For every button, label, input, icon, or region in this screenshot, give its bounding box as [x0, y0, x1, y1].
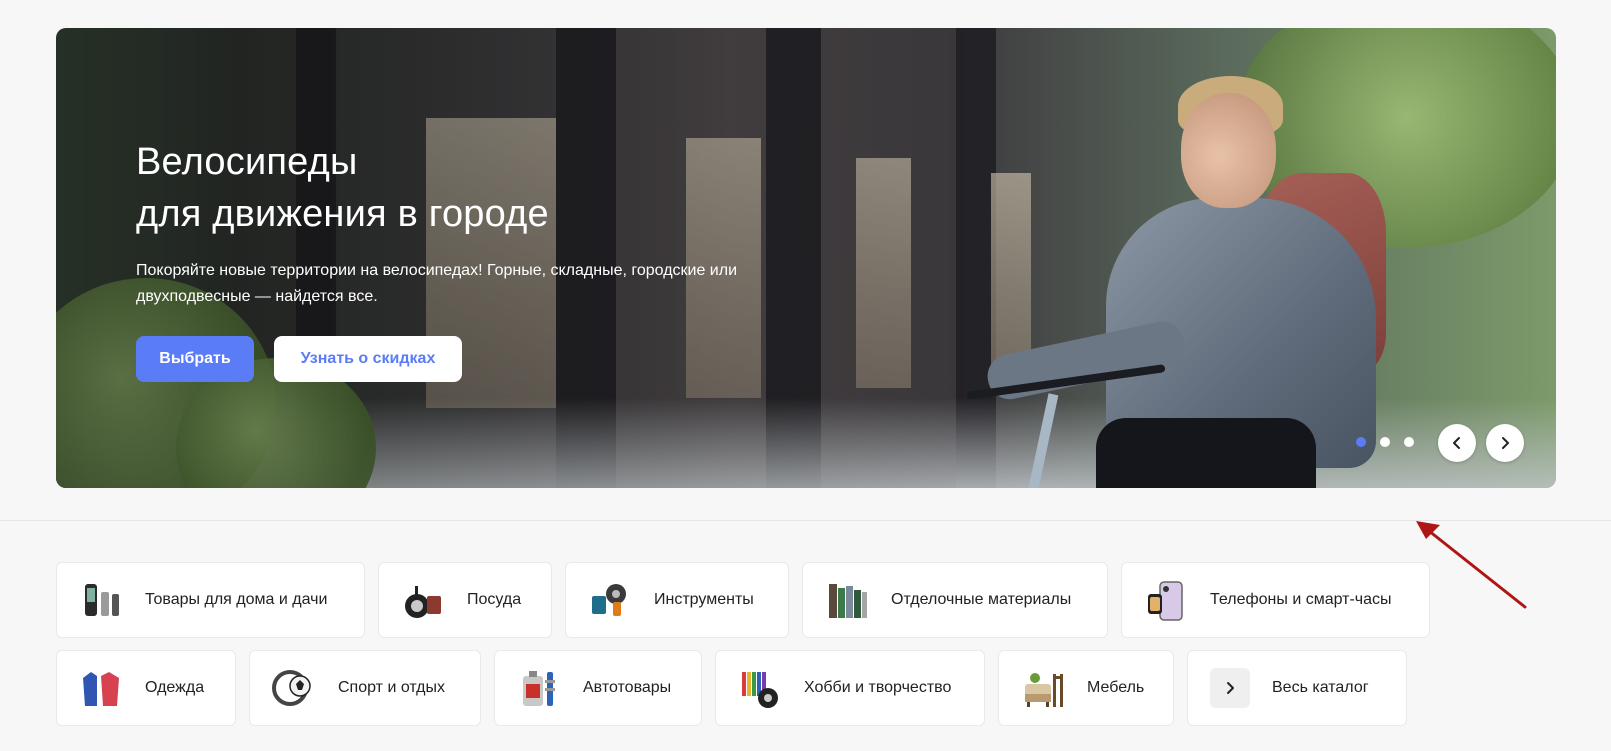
bike-frame	[1023, 393, 1059, 488]
cyclist-head	[1181, 93, 1276, 208]
slider-prev-button[interactable]	[1438, 424, 1476, 462]
slider-dot-1[interactable]	[1356, 437, 1366, 447]
category-label: Телефоны и смарт-часы	[1210, 591, 1392, 608]
furniture-icon	[1021, 666, 1065, 710]
cookware-icon	[401, 578, 445, 622]
choose-button[interactable]: Выбрать	[136, 336, 254, 382]
slider-dots	[1356, 437, 1414, 447]
category-label: Посуда	[467, 591, 522, 608]
category-cookware[interactable]: Посуда	[378, 562, 552, 638]
category-row-1: Товары для дома и дачи Посуда Инструмент…	[56, 562, 1430, 638]
category-auto[interactable]: Автотовары	[494, 650, 702, 726]
home-appliances-icon	[79, 578, 123, 622]
sport-icon	[272, 666, 316, 710]
hobby-icon	[738, 666, 782, 710]
auto-goods-icon	[517, 666, 561, 710]
discounts-button[interactable]: Узнать о скидках	[274, 336, 462, 382]
finishing-materials-icon	[825, 578, 869, 622]
cyclist-legs	[1096, 418, 1316, 488]
category-row-2: Одежда Спорт и отдых Автотовары Хобби и …	[56, 650, 1430, 726]
hero-content: Велосипеды для движения в городе Покоряй…	[136, 136, 796, 382]
slider-next-button[interactable]	[1486, 424, 1524, 462]
category-label: Автотовары	[583, 679, 672, 696]
category-label: Спорт и отдых	[338, 679, 445, 696]
category-furniture[interactable]: Мебель	[998, 650, 1174, 726]
chevron-right-icon	[1502, 437, 1509, 449]
category-label: Мебель	[1087, 679, 1145, 696]
slider-dot-3[interactable]	[1404, 437, 1414, 447]
category-sport[interactable]: Спорт и отдых	[249, 650, 481, 726]
category-tools[interactable]: Инструменты	[565, 562, 789, 638]
category-label: Отделочные материалы	[891, 591, 1072, 608]
tools-icon	[588, 578, 632, 622]
slider-dot-2[interactable]	[1380, 437, 1390, 447]
clothing-icon	[79, 666, 123, 710]
all-catalog-label: Весь каталог	[1272, 679, 1369, 696]
phones-icon	[1144, 578, 1188, 622]
category-phones[interactable]: Телефоны и смарт-часы	[1121, 562, 1430, 638]
category-clothing[interactable]: Одежда	[56, 650, 236, 726]
chevron-right-icon	[1210, 668, 1250, 708]
category-label: Инструменты	[654, 591, 754, 608]
cyclist-image	[946, 48, 1406, 488]
chevron-left-icon	[1453, 437, 1460, 449]
category-finishing-materials[interactable]: Отделочные материалы	[802, 562, 1108, 638]
hero-title: Велосипеды для движения в городе	[136, 136, 796, 240]
category-hobby[interactable]: Хобби и творчество	[715, 650, 985, 726]
category-home-garden[interactable]: Товары для дома и дачи	[56, 562, 365, 638]
hero-banner[interactable]: Велосипеды для движения в городе Покоряй…	[56, 28, 1556, 488]
category-label: Товары для дома и дачи	[145, 591, 328, 608]
all-catalog-link[interactable]: Весь каталог	[1187, 650, 1407, 726]
hero-actions: Выбрать Узнать о скидках	[136, 336, 796, 382]
hero-title-line2: для движения в городе	[136, 193, 549, 235]
category-grid: Товары для дома и дачи Посуда Инструмент…	[56, 562, 1430, 738]
category-label: Хобби и творчество	[804, 679, 952, 696]
hero-description: Покоряйте новые территории на велосипеда…	[136, 262, 738, 305]
section-divider	[0, 520, 1611, 521]
category-label: Одежда	[145, 679, 205, 696]
hero-title-line1: Велосипеды	[136, 141, 358, 183]
page: Велосипеды для движения в городе Покоряй…	[0, 0, 1611, 751]
